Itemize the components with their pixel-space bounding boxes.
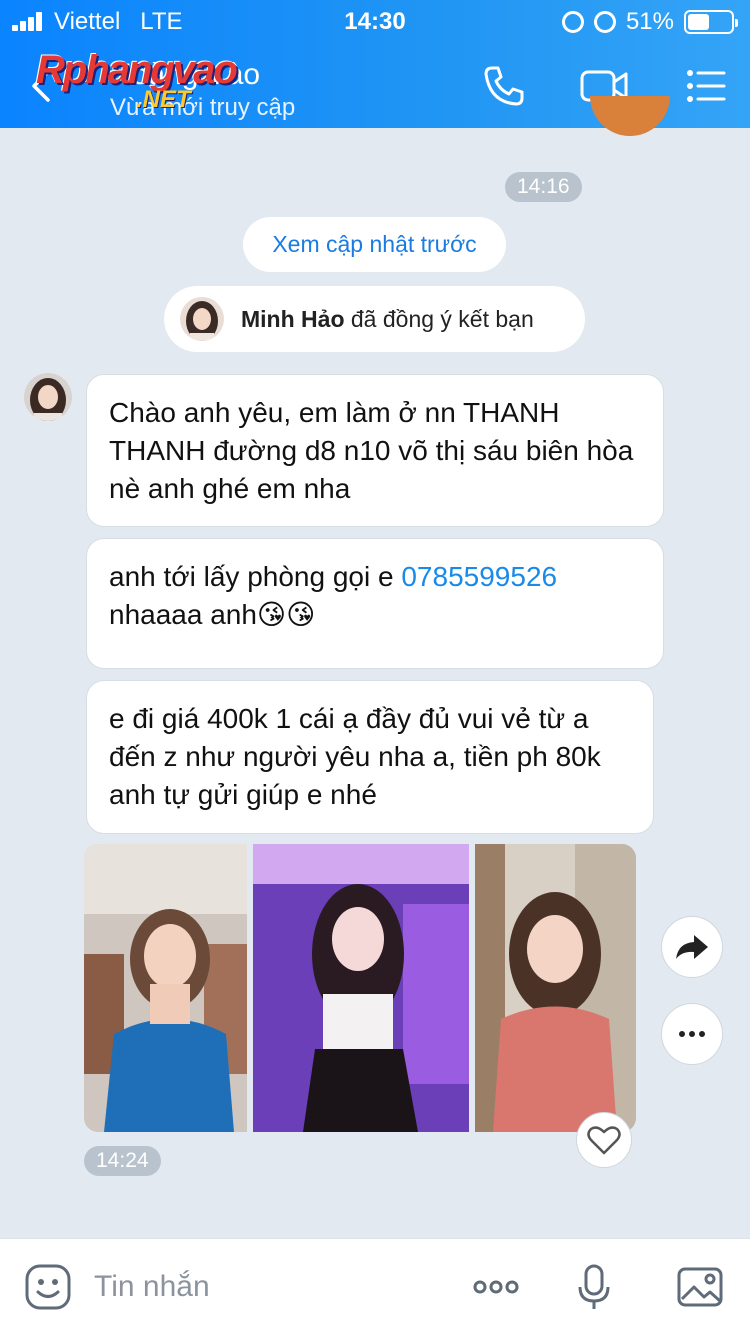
partial-avatar (590, 96, 670, 136)
share-button[interactable] (661, 916, 723, 978)
message-text: Chào anh yêu, em làm ở nn THANH THANH đư… (109, 397, 634, 504)
microphone-icon (578, 1264, 610, 1309)
battery-percent: 51% (625, 8, 674, 35)
message-text: anh tới lấy phòng gọi e (109, 561, 402, 592)
friend-name[interactable]: Minh Hảo (241, 306, 345, 332)
emoji-icon (25, 1264, 71, 1310)
message-text: e đi giá 400k 1 cái ạ đầy đủ vui vẻ từ a… (109, 703, 601, 810)
menu-icon (687, 70, 726, 102)
photo-album (84, 844, 636, 1132)
message-bubble[interactable]: e đi giá 400k 1 cái ạ đầy đủ vui vẻ từ a… (86, 680, 654, 834)
load-previous-button[interactable]: Xem cập nhật trước (243, 217, 506, 272)
friend-accepted-notice: Minh Hảo đã đồng ý kết bạn (164, 286, 585, 352)
alarm-icon (593, 11, 616, 33)
watermark-logo: Rphangvao .NET (36, 48, 238, 113)
call-button[interactable] (478, 60, 530, 112)
phone-icon (484, 66, 524, 106)
phone-link[interactable]: 0785599526 (401, 561, 557, 592)
message-timestamp: 14:24 (84, 1146, 161, 1176)
status-right: 51% (561, 8, 738, 36)
friend-notice-text: đã đồng ý kết bạn (344, 306, 534, 332)
forward-icon (676, 935, 708, 959)
sticker-button[interactable] (22, 1261, 74, 1313)
rotation-lock-icon (561, 11, 584, 33)
message-bubble[interactable]: anh tới lấy phòng gọi e 0785599526 nhaaa… (86, 538, 664, 669)
composer-bar (0, 1238, 750, 1334)
friend-avatar[interactable] (180, 297, 224, 341)
more-dots-icon (679, 1031, 705, 1037)
heart-icon (587, 1126, 621, 1155)
more-dots-icon (473, 1280, 519, 1294)
more-button[interactable] (661, 1003, 723, 1065)
react-button[interactable] (576, 1112, 632, 1168)
gallery-button[interactable] (674, 1261, 726, 1313)
message-bubble[interactable]: Chào anh yêu, em làm ở nn THANH THANH đư… (86, 374, 664, 527)
photo-1[interactable] (84, 844, 247, 1132)
more-actions-button[interactable] (470, 1261, 522, 1313)
message-input[interactable] (94, 1263, 414, 1311)
battery-icon (684, 10, 738, 34)
photo-3[interactable] (475, 844, 636, 1132)
image-icon (677, 1267, 723, 1307)
sender-avatar[interactable] (24, 373, 72, 421)
message-text: nhaaaa anh😘😘 (109, 599, 316, 630)
photo-2[interactable] (253, 844, 469, 1132)
options-button[interactable] (680, 60, 732, 112)
timestamp-divider: 14:16 (505, 172, 582, 202)
status-bar: Viettel LTE 14:30 51% (0, 0, 750, 40)
voice-button[interactable] (568, 1261, 620, 1313)
